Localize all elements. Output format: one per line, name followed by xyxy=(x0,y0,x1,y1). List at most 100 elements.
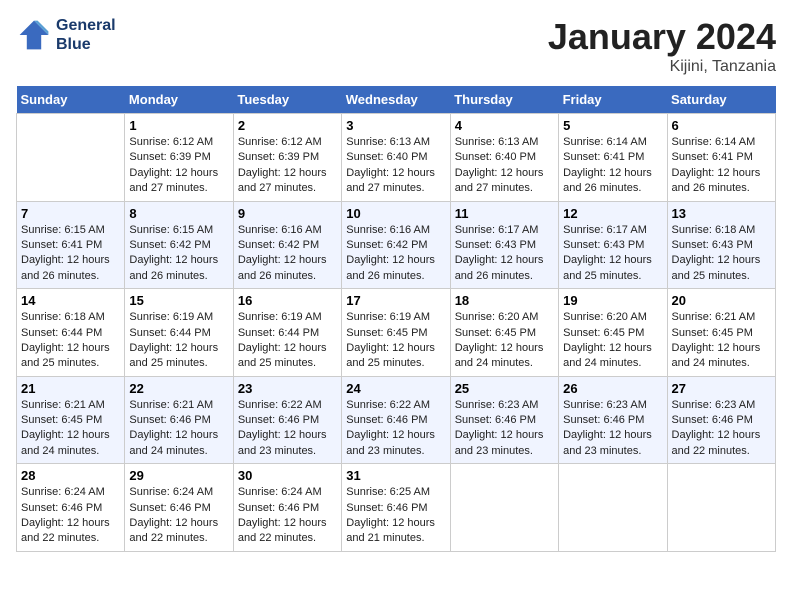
sunrise-text: Sunrise: 6:17 AM xyxy=(455,223,554,238)
day-info: Sunrise: 6:21 AMSunset: 6:46 PMDaylight:… xyxy=(129,398,228,460)
sunset-text: Sunset: 6:44 PM xyxy=(129,326,228,341)
calendar-cell: 6Sunrise: 6:14 AMSunset: 6:41 PMDaylight… xyxy=(667,114,775,202)
calendar-cell: 24Sunrise: 6:22 AMSunset: 6:46 PMDayligh… xyxy=(342,376,450,464)
day-info: Sunrise: 6:19 AMSunset: 6:45 PMDaylight:… xyxy=(346,310,445,372)
sunset-text: Sunset: 6:43 PM xyxy=(672,238,771,253)
day-number: 9 xyxy=(238,206,337,221)
calendar-cell: 12Sunrise: 6:17 AMSunset: 6:43 PMDayligh… xyxy=(559,201,667,289)
sunset-text: Sunset: 6:46 PM xyxy=(455,413,554,428)
daylight-text: Daylight: 12 hours and 27 minutes. xyxy=(238,166,337,197)
day-number: 30 xyxy=(238,468,337,483)
sunset-text: Sunset: 6:40 PM xyxy=(346,150,445,165)
day-info: Sunrise: 6:24 AMSunset: 6:46 PMDaylight:… xyxy=(129,485,228,547)
day-info: Sunrise: 6:12 AMSunset: 6:39 PMDaylight:… xyxy=(129,135,228,197)
day-number: 17 xyxy=(346,293,445,308)
calendar-cell: 7 Sunrise: 6:15 AMSunset: 6:41 PMDaylight… xyxy=(17,201,125,289)
week-row: 14Sunrise: 6:18 AMSunset: 6:44 PMDayligh… xyxy=(17,289,776,377)
daylight-text: Daylight: 12 hours and 23 minutes. xyxy=(563,428,662,459)
sunset-text: Sunset: 6:41 PM xyxy=(563,150,662,165)
day-info: Sunrise: 6:23 AMSunset: 6:46 PMDaylight:… xyxy=(672,398,771,460)
header-row: SundayMondayTuesdayWednesdayThursdayFrid… xyxy=(17,86,776,114)
day-info: Sunrise: 6:15 AMSunset: 6:41 PMDaylight:… xyxy=(21,223,120,285)
day-number: 14 xyxy=(21,293,120,308)
day-info: Sunrise: 6:19 AMSunset: 6:44 PMDaylight:… xyxy=(129,310,228,372)
sunset-text: Sunset: 6:42 PM xyxy=(346,238,445,253)
calendar-cell xyxy=(17,114,125,202)
day-number: 18 xyxy=(455,293,554,308)
calendar-cell: 28Sunrise: 6:24 AMSunset: 6:46 PMDayligh… xyxy=(17,464,125,552)
sunrise-text: Sunrise: 6:21 AM xyxy=(129,398,228,413)
daylight-text: Daylight: 12 hours and 24 minutes. xyxy=(455,341,554,372)
daylight-text: Daylight: 12 hours and 25 minutes. xyxy=(129,341,228,372)
calendar-cell: 8Sunrise: 6:15 AMSunset: 6:42 PMDaylight… xyxy=(125,201,233,289)
day-info: Sunrise: 6:24 AMSunset: 6:46 PMDaylight:… xyxy=(21,485,120,547)
header-cell-wednesday: Wednesday xyxy=(342,86,450,114)
day-number: 15 xyxy=(129,293,228,308)
calendar-cell: 23Sunrise: 6:22 AMSunset: 6:46 PMDayligh… xyxy=(233,376,341,464)
main-title: January 2024 xyxy=(548,16,776,58)
day-info: Sunrise: 6:25 AMSunset: 6:46 PMDaylight:… xyxy=(346,485,445,547)
sunrise-text: Sunrise: 6:20 AM xyxy=(455,310,554,325)
calendar-cell: 13 Sunrise: 6:18 AMSunset: 6:43 PMDayligh… xyxy=(667,201,775,289)
day-info: Sunrise: 6:17 AMSunset: 6:43 PMDaylight:… xyxy=(563,223,662,285)
sunset-text: Sunset: 6:42 PM xyxy=(129,238,228,253)
day-info: Sunrise: 6:22 AMSunset: 6:46 PMDaylight:… xyxy=(238,398,337,460)
daylight-text: Daylight: 12 hours and 25 minutes. xyxy=(672,253,771,284)
logo: General Blue xyxy=(16,16,116,54)
week-row: 28Sunrise: 6:24 AMSunset: 6:46 PMDayligh… xyxy=(17,464,776,552)
calendar-cell: 19Sunrise: 6:20 AMSunset: 6:45 PMDayligh… xyxy=(559,289,667,377)
sunset-text: Sunset: 6:42 PM xyxy=(238,238,337,253)
day-info: Sunrise: 6:14 AMSunset: 6:41 PMDaylight:… xyxy=(672,135,771,197)
sunset-text: Sunset: 6:46 PM xyxy=(563,413,662,428)
day-number: 20 xyxy=(672,293,771,308)
daylight-text: Daylight: 12 hours and 23 minutes. xyxy=(346,428,445,459)
daylight-text: Daylight: 12 hours and 24 minutes. xyxy=(21,428,120,459)
day-info: Sunrise: 6:16 AMSunset: 6:42 PMDaylight:… xyxy=(346,223,445,285)
sunset-text: Sunset: 6:45 PM xyxy=(346,326,445,341)
sunrise-text: Sunrise: 6:14 AM xyxy=(672,135,771,150)
sunset-text: Sunset: 6:41 PM xyxy=(672,150,771,165)
sunrise-text: Sunrise: 6:22 AM xyxy=(238,398,337,413)
calendar-cell: 31 Sunrise: 6:25 AMSunset: 6:46 PMDayligh… xyxy=(342,464,450,552)
day-info: Sunrise: 6:23 AMSunset: 6:46 PMDaylight:… xyxy=(455,398,554,460)
day-number: 19 xyxy=(563,293,662,308)
calendar-cell: 29Sunrise: 6:24 AMSunset: 6:46 PMDayligh… xyxy=(125,464,233,552)
daylight-text: Daylight: 12 hours and 22 minutes. xyxy=(238,516,337,547)
sunset-text: Sunset: 6:46 PM xyxy=(129,501,228,516)
sunset-text: Sunset: 6:44 PM xyxy=(21,326,120,341)
calendar-cell: 30Sunrise: 6:24 AMSunset: 6:46 PMDayligh… xyxy=(233,464,341,552)
daylight-text: Daylight: 12 hours and 22 minutes. xyxy=(21,516,120,547)
daylight-text: Daylight: 12 hours and 21 minutes. xyxy=(346,516,445,547)
sunset-text: Sunset: 6:43 PM xyxy=(563,238,662,253)
day-number: 13 xyxy=(672,206,771,221)
day-number: 8 xyxy=(129,206,228,221)
sunset-text: Sunset: 6:45 PM xyxy=(21,413,120,428)
calendar-cell: 26Sunrise: 6:23 AMSunset: 6:46 PMDayligh… xyxy=(559,376,667,464)
day-number: 7 xyxy=(21,206,120,221)
day-info: Sunrise: 6:18 AMSunset: 6:43 PMDaylight:… xyxy=(672,223,771,285)
sunrise-text: Sunrise: 6:17 AM xyxy=(563,223,662,238)
sunset-text: Sunset: 6:41 PM xyxy=(21,238,120,253)
day-number: 24 xyxy=(346,381,445,396)
day-number: 10 xyxy=(346,206,445,221)
sunset-text: Sunset: 6:39 PM xyxy=(129,150,228,165)
daylight-text: Daylight: 12 hours and 24 minutes. xyxy=(563,341,662,372)
daylight-text: Daylight: 12 hours and 26 minutes. xyxy=(563,166,662,197)
calendar-cell: 2Sunrise: 6:12 AMSunset: 6:39 PMDaylight… xyxy=(233,114,341,202)
sunset-text: Sunset: 6:39 PM xyxy=(238,150,337,165)
day-number: 31 xyxy=(346,468,445,483)
calendar-cell: 27Sunrise: 6:23 AMSunset: 6:46 PMDayligh… xyxy=(667,376,775,464)
logo-icon xyxy=(16,17,52,53)
sunset-text: Sunset: 6:45 PM xyxy=(455,326,554,341)
daylight-text: Daylight: 12 hours and 25 minutes. xyxy=(21,341,120,372)
sunset-text: Sunset: 6:45 PM xyxy=(672,326,771,341)
calendar-cell: 1Sunrise: 6:12 AMSunset: 6:39 PMDaylight… xyxy=(125,114,233,202)
week-row: 21Sunrise: 6:21 AMSunset: 6:45 PMDayligh… xyxy=(17,376,776,464)
header-cell-thursday: Thursday xyxy=(450,86,558,114)
day-info: Sunrise: 6:13 AMSunset: 6:40 PMDaylight:… xyxy=(346,135,445,197)
sunset-text: Sunset: 6:46 PM xyxy=(238,413,337,428)
sunset-text: Sunset: 6:46 PM xyxy=(238,501,337,516)
day-info: Sunrise: 6:20 AMSunset: 6:45 PMDaylight:… xyxy=(455,310,554,372)
daylight-text: Daylight: 12 hours and 24 minutes. xyxy=(129,428,228,459)
day-number: 11 xyxy=(455,206,554,221)
